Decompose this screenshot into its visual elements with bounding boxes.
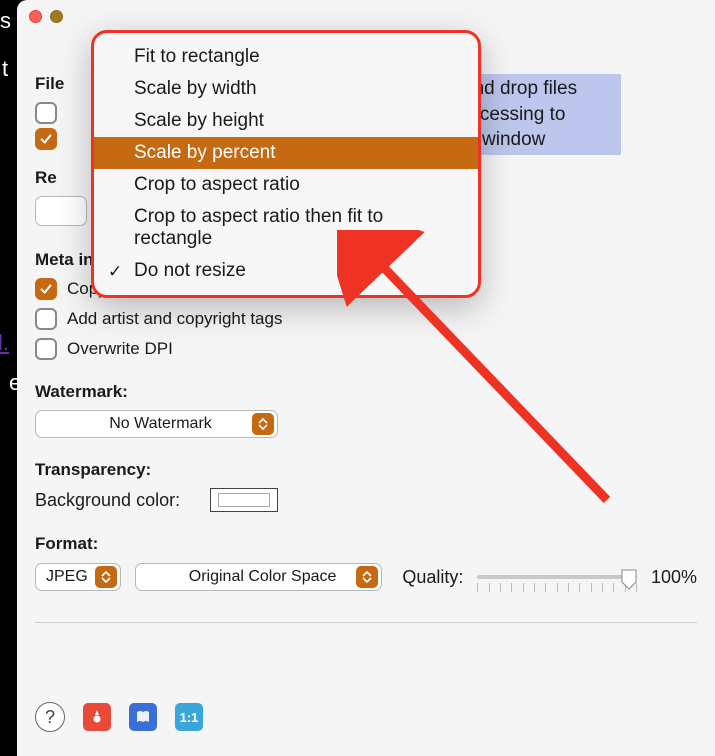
stepper-icon: [356, 566, 378, 588]
menu-item-label: Scale by width: [134, 78, 257, 99]
check-icon: ✓: [108, 262, 122, 282]
background-color-well[interactable]: [210, 488, 278, 512]
artist-tags-label: Add artist and copyright tags: [67, 309, 282, 329]
watermark-dropdown[interactable]: No Watermark: [35, 410, 278, 438]
copy-metadata-checkbox[interactable]: [35, 278, 57, 300]
app-window: and drop files rocessing to is window Fi…: [17, 0, 715, 756]
help-button[interactable]: ?: [35, 702, 65, 732]
book-icon[interactable]: [129, 703, 157, 731]
ratio-text: 1:1: [180, 710, 199, 725]
artist-tags-checkbox[interactable]: [35, 308, 57, 330]
resize-section-label: Re: [35, 168, 57, 187]
file-checkbox-2[interactable]: [35, 128, 57, 150]
overwrite-dpi-label: Overwrite DPI: [67, 339, 173, 359]
ratio-icon[interactable]: 1:1: [175, 703, 203, 731]
window-controls: [29, 10, 84, 23]
resize-menu-item-fit-rectangle[interactable]: Fit to rectangle: [94, 41, 478, 73]
resize-menu: Fit to rectangle Scale by width Scale by…: [91, 30, 481, 298]
menu-item-label: Fit to rectangle: [134, 46, 260, 67]
resize-menu-item-crop-aspect[interactable]: Crop to aspect ratio: [94, 169, 478, 201]
menu-item-label: Scale by percent: [134, 142, 276, 163]
footer-toolbar: ? 1:1: [35, 702, 203, 732]
close-window-button[interactable]: [29, 10, 42, 23]
flower-icon[interactable]: [83, 703, 111, 731]
resize-dropdown-partial[interactable]: [35, 196, 87, 226]
resize-menu-item-scale-height[interactable]: Scale by height: [94, 105, 478, 137]
overwrite-dpi-checkbox[interactable]: [35, 338, 57, 360]
transparency-section-label: Transparency:: [35, 460, 697, 480]
stepper-icon: [95, 566, 117, 588]
resize-menu-item-scale-percent[interactable]: Scale by percent: [94, 137, 478, 169]
watermark-value: No Watermark: [109, 415, 212, 433]
watermark-section-label: Watermark:: [35, 382, 697, 402]
background-text-fragment: s: [0, 8, 11, 34]
help-icon: ?: [45, 707, 55, 728]
quality-value: 100%: [651, 567, 697, 588]
format-section-label: Format:: [35, 534, 697, 554]
divider: [35, 622, 697, 623]
stepper-icon: [252, 413, 274, 435]
slider-thumb-icon: [620, 568, 638, 590]
menu-item-label: Scale by height: [134, 110, 264, 131]
quality-label: Quality:: [402, 567, 463, 588]
format-value: JPEG: [46, 568, 88, 586]
background-text-fragment: t: [2, 56, 8, 82]
resize-menu-item-do-not-resize[interactable]: ✓ Do not resize: [94, 255, 478, 287]
resize-menu-item-crop-then-fit[interactable]: Crop to aspect ratio then fit to rectang…: [94, 201, 478, 255]
background-color-label: Background color:: [35, 490, 180, 511]
quality-slider[interactable]: [477, 562, 637, 592]
menu-item-label: Crop to aspect ratio then fit to rectang…: [134, 206, 383, 249]
minimize-window-button[interactable]: [50, 10, 63, 23]
colorspace-value: Original Color Space: [189, 568, 337, 586]
background-text-fragment: l. e: [0, 330, 9, 356]
menu-item-label: Crop to aspect ratio: [134, 174, 300, 195]
resize-menu-item-scale-width[interactable]: Scale by width: [94, 73, 478, 105]
colorspace-dropdown[interactable]: Original Color Space: [135, 563, 382, 591]
format-dropdown[interactable]: JPEG: [35, 563, 121, 591]
menu-item-label: Do not resize: [134, 260, 246, 281]
file-checkbox-1[interactable]: [35, 102, 57, 124]
